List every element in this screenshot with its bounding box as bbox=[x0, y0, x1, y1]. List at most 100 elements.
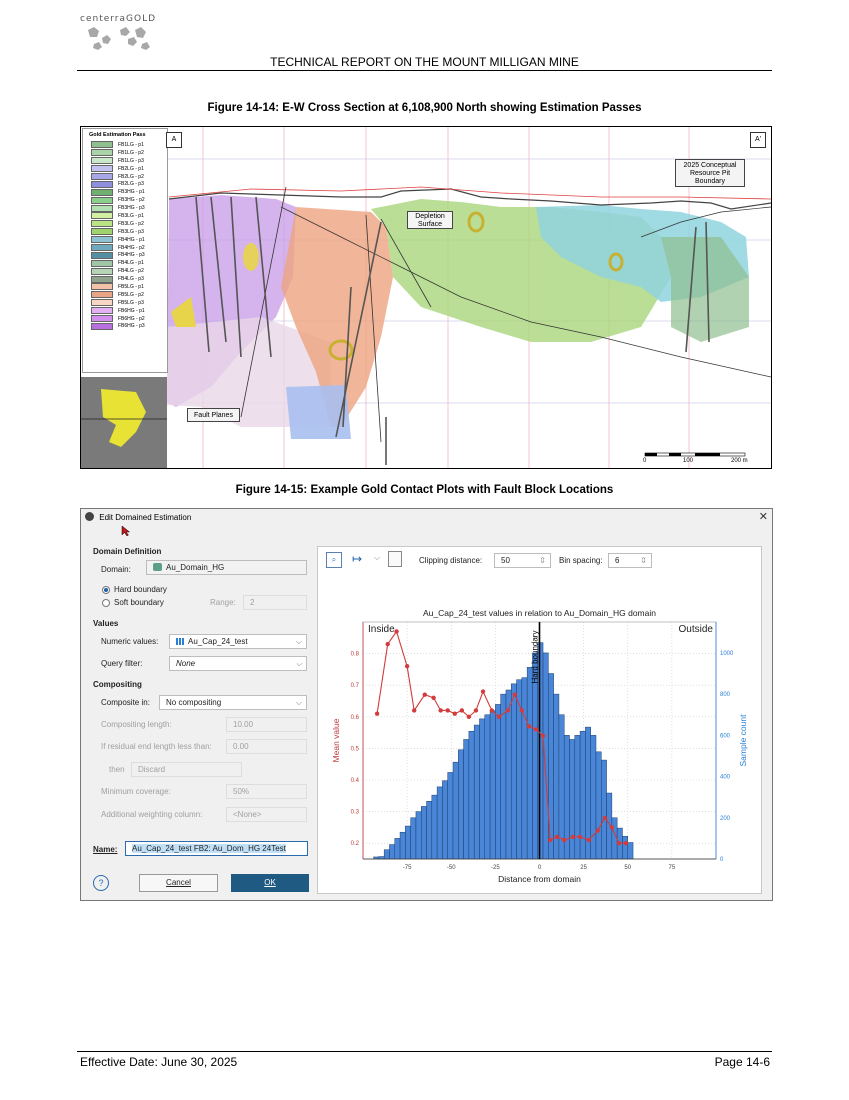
close-icon[interactable]: ✕ bbox=[759, 510, 768, 523]
y-left-tick-label: 0.3 bbox=[351, 810, 360, 816]
mean-value-point bbox=[411, 708, 417, 713]
legend-items: FB1LG - p1 FB1LG - p2 FB1LG - p3 FB2LG - p1… bbox=[83, 141, 167, 330]
mean-value-point bbox=[609, 825, 615, 830]
mouse-cursor-icon bbox=[121, 525, 131, 537]
legend-item: FB4LG - p1 bbox=[91, 259, 167, 267]
legend-swatch bbox=[91, 220, 113, 228]
legend-item: FB3HG - p3 bbox=[91, 204, 167, 212]
soft-boundary-label[interactable]: Soft boundary bbox=[114, 598, 164, 607]
mean-value-point bbox=[570, 834, 576, 840]
histogram-bar bbox=[526, 667, 533, 860]
legend-swatch bbox=[91, 141, 113, 149]
weighting-value: <None> bbox=[233, 810, 262, 819]
mean-value-point bbox=[595, 828, 600, 833]
histogram-bar bbox=[405, 825, 411, 860]
legend-label: FB3HG - p3 bbox=[118, 205, 145, 212]
legend-swatch bbox=[91, 244, 113, 252]
effective-date: Effective Date: June 30, 2025 bbox=[80, 1055, 238, 1069]
histogram-bar bbox=[458, 749, 464, 860]
histogram-bar bbox=[505, 689, 512, 860]
scale-bar: 0 100 200 m bbox=[643, 452, 758, 466]
chevron-down-icon: ⌵ bbox=[295, 698, 302, 707]
dialog-title: Edit Domained Estimation bbox=[99, 513, 192, 522]
soft-boundary-radio[interactable] bbox=[102, 599, 110, 607]
legend-swatch bbox=[91, 165, 113, 173]
mean-value-point bbox=[473, 708, 479, 713]
legend-swatch bbox=[91, 196, 113, 204]
mean-value-point bbox=[623, 841, 629, 846]
compositing-heading: Compositing bbox=[93, 680, 142, 689]
legend-item: FB6HG - p3 bbox=[91, 322, 167, 330]
histogram-bar bbox=[415, 811, 422, 860]
legend-label: FB4HG - p1 bbox=[118, 236, 145, 243]
hard-boundary-label[interactable]: Hard boundary bbox=[114, 585, 167, 594]
legend-label: FB1LG - p3 bbox=[118, 157, 144, 164]
histogram-bar bbox=[511, 683, 517, 860]
legend-label: FB4LG - p1 bbox=[118, 260, 144, 267]
x-tick-label: 0 bbox=[538, 865, 542, 871]
histogram-bar bbox=[489, 710, 496, 860]
histogram-bar bbox=[516, 679, 523, 860]
min-coverage-value: 50% bbox=[233, 787, 250, 796]
legend-swatch bbox=[91, 212, 113, 220]
mean-value-point bbox=[616, 841, 622, 846]
numeric-values-label: Numeric values: bbox=[101, 637, 159, 646]
scale-zero: 0 bbox=[643, 458, 647, 464]
composite-in-select[interactable]: No compositing ⌵ bbox=[159, 695, 307, 710]
query-filter-value: None bbox=[176, 659, 196, 668]
legend-label: FB3HG - p2 bbox=[118, 197, 145, 204]
chart-title: Au_Cap_24_test values in relation to Au_… bbox=[423, 608, 656, 618]
mean-value-point bbox=[602, 815, 608, 821]
legend-label: FB2LG - p2 bbox=[118, 173, 144, 180]
histogram-bar bbox=[399, 831, 406, 860]
histogram-bar bbox=[394, 838, 401, 860]
range-value: 2 bbox=[250, 598, 255, 607]
legend-label: FB5LG - p2 bbox=[118, 291, 144, 298]
legend-item: FB4LG - p3 bbox=[91, 275, 167, 283]
residual-field: 0.00 bbox=[226, 739, 307, 754]
hard-boundary-radio[interactable] bbox=[102, 586, 110, 594]
legend-swatch bbox=[91, 299, 113, 307]
y-right-axis-label: Sample count bbox=[738, 714, 748, 767]
header-rule bbox=[77, 70, 772, 71]
mean-value-point bbox=[496, 714, 502, 719]
name-value: Au_Cap_24_test FB2: Au_Dom_HG 24Test bbox=[132, 844, 286, 853]
legend-label: FB3LG - p3 bbox=[118, 228, 144, 235]
help-icon[interactable]: ? bbox=[93, 875, 109, 891]
legend-item: FB5LG - p3 bbox=[91, 299, 167, 307]
scale-end: 200 m bbox=[731, 458, 748, 464]
inside-annotation: Inside bbox=[368, 624, 395, 635]
domain-field[interactable]: Au_Domain_HG bbox=[146, 560, 307, 575]
legend-label: FB4HG - p2 bbox=[118, 244, 145, 251]
histogram-bar bbox=[452, 761, 459, 860]
then-value: Discard bbox=[138, 765, 166, 774]
legend-item: FB6HG - p2 bbox=[91, 315, 167, 323]
legend-item: FB3LG - p2 bbox=[91, 220, 167, 228]
min-coverage-label: Minimum coverage: bbox=[101, 787, 171, 796]
histogram-bar bbox=[383, 849, 390, 860]
legend-item: FB4HG - p2 bbox=[91, 244, 167, 252]
query-filter-label: Query filter: bbox=[101, 659, 143, 668]
query-filter-select[interactable]: None ⌵ bbox=[169, 656, 307, 671]
name-input[interactable]: Au_Cap_24_test FB2: Au_Dom_HG 24Test bbox=[125, 841, 308, 856]
histogram-bar bbox=[553, 693, 560, 860]
legend-swatch bbox=[91, 283, 113, 291]
cancel-button[interactable]: Cancel bbox=[139, 874, 218, 892]
mean-value-point bbox=[562, 837, 567, 843]
range-label: Range: bbox=[210, 598, 236, 607]
x-tick-label: -25 bbox=[491, 865, 500, 871]
legend-item: FB4LG - p2 bbox=[91, 267, 167, 275]
estimation-pass-legend: Gold Estimation Pass FB1LG - p1 FB1LG - p… bbox=[82, 128, 168, 373]
ok-button[interactable]: OK bbox=[231, 874, 309, 892]
legend-item: FB6HG - p1 bbox=[91, 307, 167, 315]
compositing-length-field: 10.00 bbox=[226, 717, 307, 732]
histogram-bar bbox=[500, 693, 507, 860]
legend-label: FB4HG - p3 bbox=[118, 252, 145, 259]
y-left-tick-label: 0.5 bbox=[351, 746, 360, 752]
values-heading: Values bbox=[93, 619, 119, 628]
composite-in-value: No compositing bbox=[166, 698, 222, 707]
cross-section-figure: Gold Estimation Pass FB1LG - p1 FB1LG - p… bbox=[80, 126, 772, 469]
legend-item: FB5LG - p2 bbox=[91, 291, 167, 299]
numeric-values-select[interactable]: Au_Cap_24_test ⌵ bbox=[169, 634, 307, 649]
legend-label: FB5LG - p3 bbox=[118, 299, 144, 306]
